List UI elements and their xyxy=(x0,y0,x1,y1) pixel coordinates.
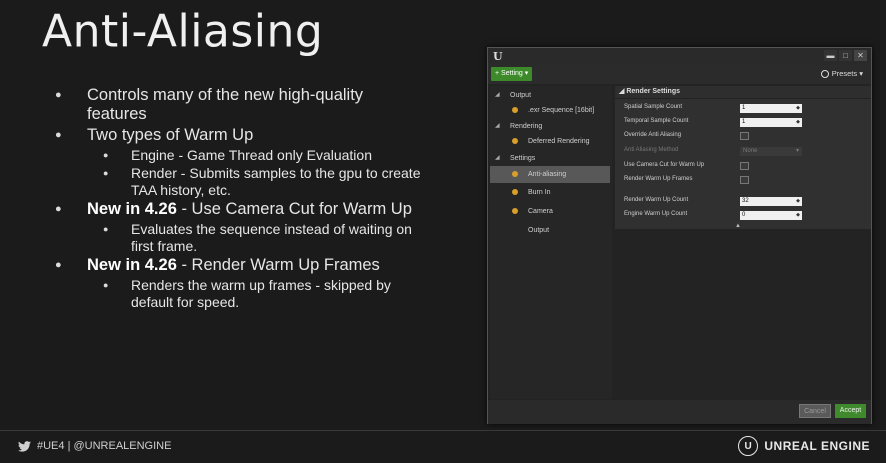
engine-warm-up-count-input[interactable]: 0 xyxy=(740,211,802,220)
add-setting-button[interactable]: + Setting ▾ xyxy=(491,67,533,81)
dialog-footer: Cancel Accept xyxy=(488,400,871,424)
settings-tree: ◢ Output .exr Sequence [16bit] ◢ Rendering… xyxy=(490,86,612,399)
sub-bullet-item: Engine - Game Thread only Evaluation xyxy=(55,147,425,164)
maximize-button[interactable]: □ xyxy=(839,50,852,61)
anti-aliasing-method-label: Anti Aliasing Method xyxy=(624,147,679,153)
engine-warm-up-count-label: Engine Warm Up Count xyxy=(624,211,688,217)
footer-handle: #UE4 | @UNREALENGINE xyxy=(37,440,172,452)
bullet-item: Controls many of the new high-quality fe… xyxy=(55,86,425,124)
presets-button[interactable]: Presets ▾ xyxy=(820,69,863,78)
bullet-text: - Render Warm Up Frames xyxy=(176,256,380,274)
advanced-expander-icon[interactable]: ▲ xyxy=(735,223,741,229)
toolbar: + Setting ▾ Presets ▾ xyxy=(488,65,871,84)
cancel-button[interactable]: Cancel xyxy=(799,404,831,418)
render-warm-up-frames-label: Render Warm Up Frames xyxy=(624,176,693,182)
tree-header-rendering[interactable]: ◢ Rendering xyxy=(490,119,610,134)
footer-brand: U UNREAL ENGINE xyxy=(738,436,870,456)
tree-header-output[interactable]: ◢ Output xyxy=(490,88,610,103)
unreal-logo-icon: U xyxy=(738,436,759,456)
tree-item-burn-in[interactable]: Burn In xyxy=(490,185,610,200)
tree-item-output[interactable]: Output xyxy=(490,223,610,238)
sub-bullet-item: Render - Submits samples to the gpu to c… xyxy=(55,165,425,199)
slide-title: Anti-Aliasing xyxy=(42,5,324,58)
override-anti-aliasing-label: Override Anti Aliasing xyxy=(624,132,682,138)
bullet-bold: New in 4.26 xyxy=(87,200,177,218)
spatial-sample-count-input[interactable]: 1 xyxy=(740,104,802,113)
close-button[interactable]: ✕ xyxy=(854,50,867,61)
anti-aliasing-method-dropdown[interactable]: None xyxy=(740,147,802,156)
status-dot-icon xyxy=(512,138,518,144)
bullet-item: New in 4.26 - Render Warm Up Frames xyxy=(55,256,425,275)
sub-bullet-item: Renders the warm up frames - skipped by … xyxy=(55,277,425,311)
status-dot-icon xyxy=(512,208,518,214)
tree-header-settings[interactable]: ◢ Settings xyxy=(490,151,610,166)
collapse-arrow-icon: ◢ xyxy=(495,92,500,98)
temporal-sample-count-label: Temporal Sample Count xyxy=(624,118,689,124)
status-dot-icon xyxy=(512,171,518,177)
footer-divider xyxy=(0,430,886,431)
tree-item-exr-sequence[interactable]: .exr Sequence [16bit] xyxy=(490,103,610,118)
footer-social: #UE4 | @UNREALENGINE xyxy=(18,440,171,452)
render-warm-up-count-input[interactable]: 32 xyxy=(740,197,802,206)
tree-item-camera[interactable]: Camera xyxy=(490,204,610,219)
camera-cut-warm-up-checkbox[interactable] xyxy=(740,162,749,170)
tree-item-deferred-rendering[interactable]: Deferred Rendering xyxy=(490,134,610,149)
status-dot-icon xyxy=(512,189,518,195)
sub-bullet-item: Evaluates the sequence instead of waitin… xyxy=(55,221,425,255)
override-anti-aliasing-checkbox[interactable] xyxy=(740,132,749,140)
details-panel: ◢ Render Settings Spatial Sample Count 1… xyxy=(615,86,871,399)
temporal-sample-count-input[interactable]: 1 xyxy=(740,118,802,127)
collapse-arrow-icon: ◢ xyxy=(495,155,500,161)
bullet-list: Controls many of the new high-quality fe… xyxy=(55,86,425,312)
status-dot-icon xyxy=(512,107,518,113)
movie-render-settings-window: U ▬ □ ✕ + Setting ▾ Presets ▾ ◢ Output .e… xyxy=(487,47,872,424)
bullet-text: - Use Camera Cut for Warm Up xyxy=(176,200,412,218)
spatial-sample-count-label: Spatial Sample Count xyxy=(624,104,683,110)
bullet-item: Two types of Warm Up xyxy=(55,126,425,145)
collapse-arrow-icon: ◢ xyxy=(495,123,500,129)
render-warm-up-frames-checkbox[interactable] xyxy=(740,176,749,184)
presets-icon xyxy=(820,69,829,78)
tree-item-anti-aliasing[interactable]: Anti-aliasing xyxy=(490,166,610,183)
window-controls: ▬ □ ✕ xyxy=(824,50,867,61)
bullet-bold: New in 4.26 xyxy=(87,256,177,274)
camera-cut-warm-up-label: Use Camera Cut for Warm Up xyxy=(624,162,705,168)
accept-button[interactable]: Accept xyxy=(835,404,866,418)
window-titlebar[interactable]: U ▬ □ ✕ xyxy=(488,48,871,65)
presets-label: Presets ▾ xyxy=(831,69,863,78)
bullet-item: New in 4.26 - Use Camera Cut for Warm Up xyxy=(55,200,425,219)
render-warm-up-count-label: Render Warm Up Count xyxy=(624,197,689,203)
twitter-icon xyxy=(18,440,31,452)
render-settings-header[interactable]: ◢ Render Settings xyxy=(615,86,871,98)
brand-text: UNREAL ENGINE xyxy=(764,439,870,453)
minimize-button[interactable]: ▬ xyxy=(824,50,837,61)
unreal-logo-icon: U xyxy=(493,50,503,63)
